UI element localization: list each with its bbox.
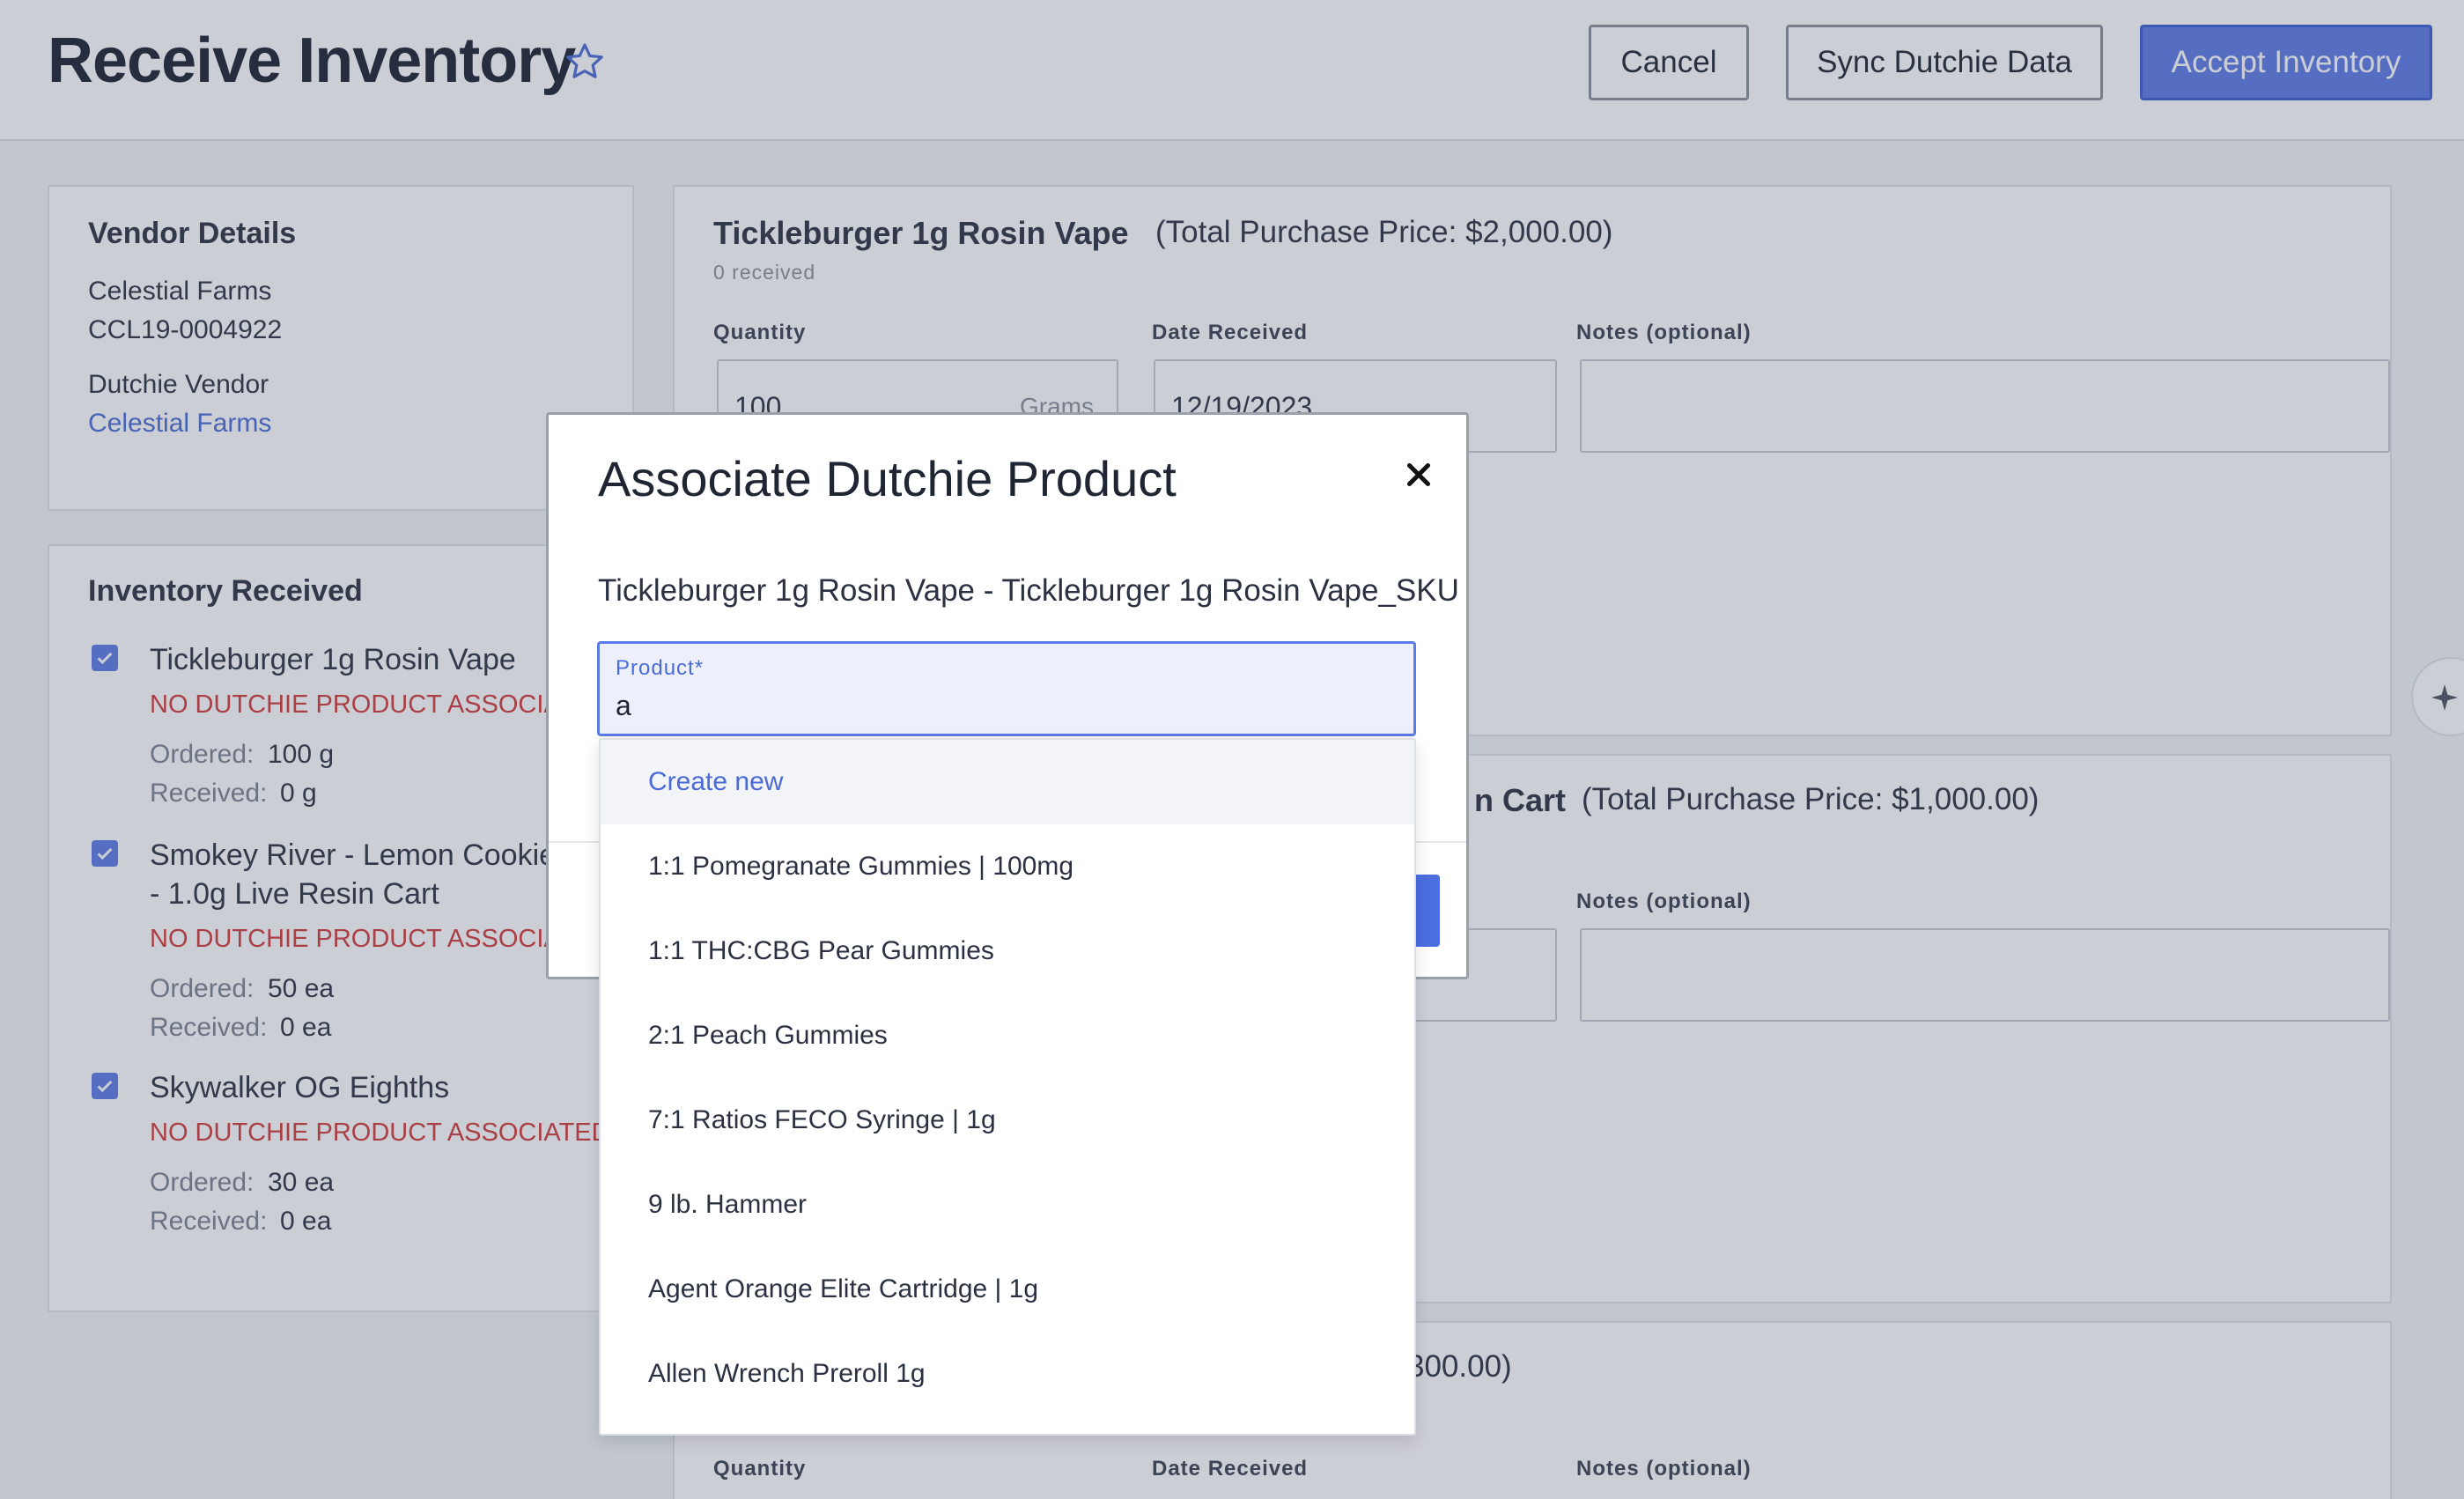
product-option[interactable]: 2:1 Peach Gummies xyxy=(601,993,1414,1078)
product-input-label: Product* xyxy=(616,656,705,680)
product-options-dropdown: Create new 1:1 Pomegranate Gummies | 100… xyxy=(599,738,1416,1436)
product-option[interactable]: Allen Wrench Preroll 1g xyxy=(601,1332,1414,1416)
modal-subtitle: Tickleburger 1g Rosin Vape - Tickleburge… xyxy=(598,573,1459,608)
product-option[interactable]: 9 lb. Hammer xyxy=(601,1163,1414,1247)
option-create-new[interactable]: Create new xyxy=(601,740,1414,824)
modal-title: Associate Dutchie Product xyxy=(598,451,1177,506)
product-option[interactable]: Agent Orange Elite Cartridge | 1g xyxy=(601,1247,1414,1332)
product-option[interactable]: 1:1 THC:CBG Pear Gummies xyxy=(601,909,1414,993)
product-option[interactable]: 7:1 Ratios FECO Syringe | 1g xyxy=(601,1078,1414,1163)
close-icon[interactable] xyxy=(1403,459,1435,491)
product-input-value: a xyxy=(616,690,631,721)
product-select-input[interactable]: Product* a xyxy=(597,641,1416,736)
product-option[interactable]: 1:1 Pomegranate Gummies | 100mg xyxy=(601,824,1414,909)
